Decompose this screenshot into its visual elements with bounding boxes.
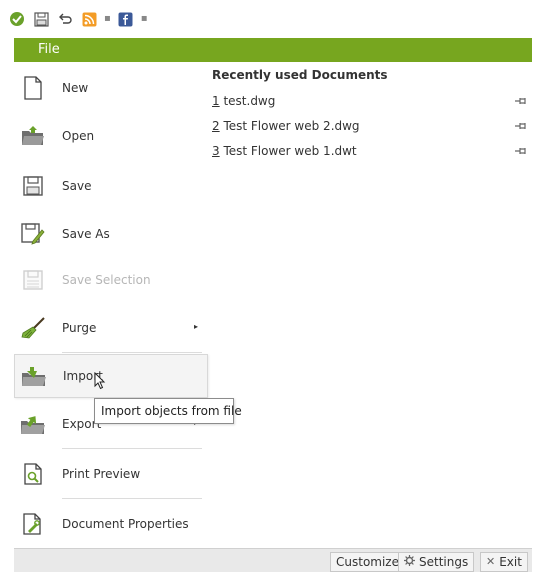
menu-separator [62, 498, 202, 499]
open-folder-icon [20, 123, 46, 149]
settings-button[interactable]: Settings [398, 552, 475, 572]
save-as-icon [20, 221, 46, 247]
file-menu-list: New Open Save Save As Save Selection Pur… [14, 62, 208, 548]
pin-icon[interactable] [514, 96, 528, 106]
save-selection-icon [20, 267, 46, 293]
menu-item-save-label: Save [62, 179, 92, 193]
file-menu-footer: Customize Settings ✕ Exit [14, 548, 532, 572]
save-icon[interactable] [32, 10, 50, 28]
menu-item-print-preview[interactable]: Print Preview [14, 452, 208, 496]
settings-button-label: Settings [419, 555, 469, 569]
recent-item-name: test.dwg [219, 94, 276, 108]
dropdown-dot-icon[interactable]: ▪ [104, 14, 111, 24]
submenu-arrow-icon: ▸ [194, 322, 199, 331]
recent-item-number: 3 [212, 144, 220, 158]
recent-documents-title: Recently used Documents [212, 68, 388, 82]
customize-button-label: Customize [336, 555, 399, 569]
document-properties-icon [20, 511, 46, 537]
menu-item-document-properties-label: Document Properties [62, 517, 189, 531]
rss-icon[interactable] [80, 10, 98, 28]
undo-icon[interactable] [56, 10, 74, 28]
menu-item-document-properties[interactable]: Document Properties [14, 502, 208, 546]
menu-item-save[interactable]: Save [14, 164, 208, 208]
menu-item-save-as-label: Save As [62, 227, 110, 241]
gear-icon [404, 553, 415, 571]
menu-item-save-selection: Save Selection [14, 258, 208, 302]
mouse-cursor-icon [94, 372, 106, 390]
export-icon [20, 411, 46, 437]
menu-item-import[interactable]: Import [14, 354, 208, 398]
recent-item[interactable]: 3 Test Flower web 1.dwt [212, 144, 528, 164]
menu-item-save-selection-label: Save Selection [62, 273, 151, 287]
recent-item-name: Test Flower web 2.dwg [219, 119, 360, 133]
file-tab-label: File [38, 42, 60, 57]
print-preview-icon [20, 461, 46, 487]
menu-item-print-preview-label: Print Preview [62, 467, 141, 481]
menu-separator [62, 352, 202, 353]
exit-button-label: Exit [499, 555, 522, 569]
save-icon [20, 173, 46, 199]
menu-item-open[interactable]: Open [14, 114, 208, 158]
menu-item-purge-label: Purge [62, 321, 97, 335]
quick-access-toolbar: ▪ ▪ [0, 0, 538, 38]
broom-icon [20, 315, 46, 341]
pin-icon[interactable] [514, 146, 528, 156]
import-icon [21, 363, 47, 389]
file-tab[interactable]: File [14, 38, 532, 62]
customize-dropdown-icon[interactable]: ▪ [141, 14, 148, 24]
recent-item-number: 1 [212, 94, 220, 108]
menu-separator [62, 448, 202, 449]
new-document-icon [20, 75, 46, 101]
pin-icon[interactable] [514, 121, 528, 131]
file-menu-panel: New Open Save Save As Save Selection Pur… [14, 62, 532, 548]
customize-button[interactable]: Customize [330, 552, 405, 572]
recent-item-name: Test Flower web 1.dwt [219, 144, 357, 158]
recent-item[interactable]: 2 Test Flower web 2.dwg [212, 119, 528, 139]
menu-item-new-label: New [62, 81, 89, 95]
facebook-icon[interactable] [117, 10, 135, 28]
menu-item-open-label: Open [62, 129, 95, 143]
recent-item[interactable]: 1 test.dwg [212, 94, 528, 114]
recent-item-number: 2 [212, 119, 220, 133]
menu-item-new[interactable]: New [14, 66, 208, 110]
exit-button[interactable]: ✕ Exit [480, 552, 528, 572]
close-icon: ✕ [486, 555, 496, 568]
import-tooltip: Import objects from file [94, 398, 242, 424]
menu-item-purge[interactable]: Purge ▸ [14, 306, 208, 350]
app-logo-icon[interactable] [8, 10, 26, 28]
menu-item-save-as[interactable]: Save As [14, 212, 208, 256]
